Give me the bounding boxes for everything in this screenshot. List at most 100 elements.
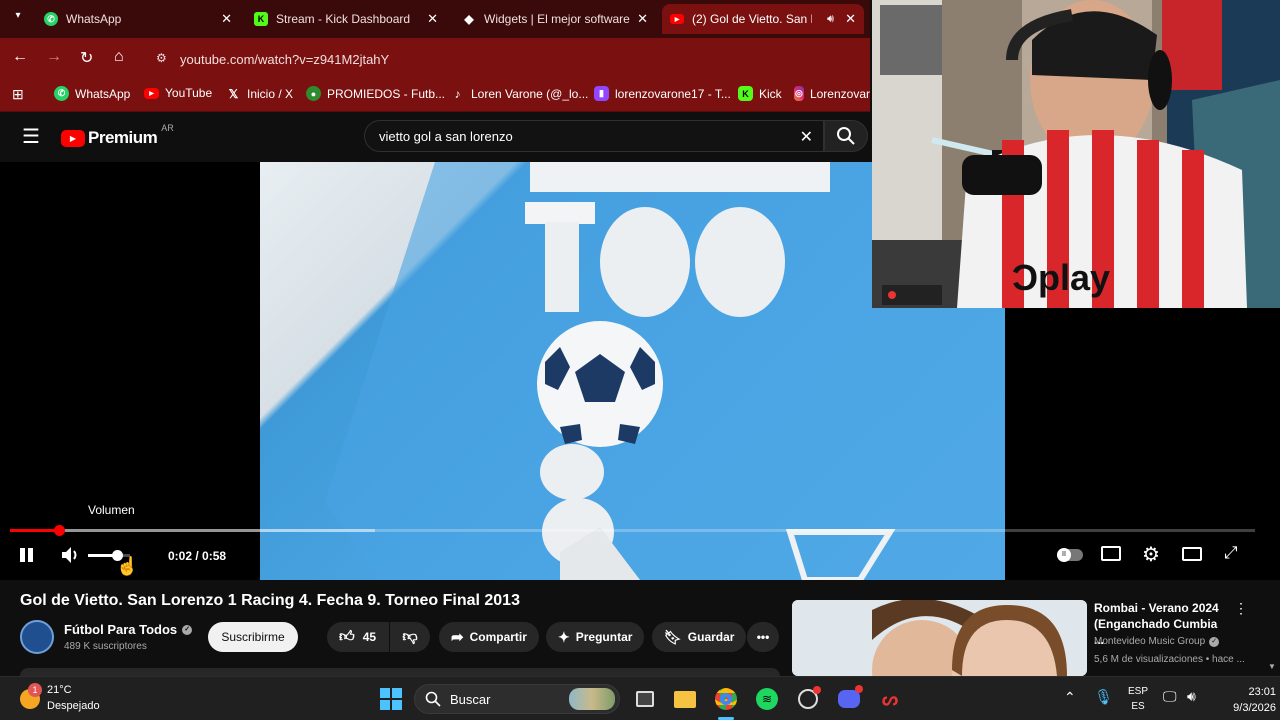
bookmark-promiedos[interactable]: ● PROMIEDOS - Futb...	[306, 86, 445, 101]
mouse-cursor: ☝	[116, 556, 139, 576]
tab-youtube[interactable]: ▶ (2) Gol de Vietto. San Lo 🔊︎ ✕	[662, 4, 864, 34]
settings-icon[interactable]: ⚙	[1142, 542, 1160, 567]
svg-text:Ɔplay: Ɔplay	[1012, 257, 1110, 298]
thumbnail-image	[792, 600, 1087, 676]
more-actions-button[interactable]: •••	[747, 622, 779, 652]
search-input[interactable]: vietto gol a san lorenzo ✕	[364, 120, 824, 152]
obs-icon[interactable]	[795, 686, 821, 712]
save-button[interactable]: 🔖︎ Guardar	[652, 622, 747, 652]
tab-strip: ▾ ✆ WhatsApp ✕ K Stream - Kick Dashboard…	[0, 0, 870, 38]
progress-bar[interactable]	[10, 525, 1255, 536]
start-button[interactable]	[378, 686, 404, 712]
kick-icon: K	[738, 86, 753, 101]
bookmark-youtube[interactable]: ▶ YouTube	[144, 86, 212, 100]
file-explorer-icon[interactable]	[672, 686, 698, 712]
recommendation-menu-icon[interactable]: ⋮	[1234, 600, 1248, 617]
language-indicator[interactable]: ESP ES	[1124, 684, 1152, 714]
bookmarks-bar: ⊞ ✆ WhatsApp ▶ YouTube 𝕏 Inicio / X ● PROMIE…	[0, 80, 870, 112]
share-icon: ➦	[451, 629, 464, 646]
tab-title: WhatsApp	[66, 12, 122, 26]
home-icon[interactable]: ⌂	[114, 48, 124, 66]
channel-avatar[interactable]	[20, 620, 54, 654]
search-button[interactable]	[824, 120, 868, 152]
tab-title: (2) Gol de Vietto. San Lo	[692, 12, 812, 26]
discord-icon[interactable]	[836, 685, 863, 712]
share-button[interactable]: ➦ Compartir	[439, 622, 539, 652]
weather-temp: 21°C	[47, 684, 72, 696]
like-button[interactable]: 👍︎ 45	[327, 622, 389, 652]
speaker-icon[interactable]: 🔊︎	[827, 13, 834, 26]
task-view-icon[interactable]	[632, 686, 658, 712]
youtube-icon: ▶	[670, 14, 684, 24]
verified-icon: ✓	[1209, 636, 1220, 647]
bookmark-instagram[interactable]: ◎ Lorenzovar	[794, 86, 870, 101]
channel-name[interactable]: Fútbol Para Todos ✓	[64, 622, 193, 637]
theater-mode-icon[interactable]	[1182, 547, 1202, 561]
volume-icon[interactable]: 🔊︎	[1187, 688, 1196, 705]
app-icon[interactable]: ᔕ	[877, 686, 903, 712]
subtitles-icon[interactable]	[1101, 546, 1121, 561]
recommendation-meta: 5,6 M de visualizaciones • hace ...	[1094, 654, 1245, 665]
progress-scrubber[interactable]	[53, 525, 65, 536]
recommendation-thumbnail[interactable]	[792, 600, 1087, 676]
clear-search-icon[interactable]: ✕	[800, 127, 813, 147]
chrome-icon[interactable]	[713, 686, 739, 712]
verified-icon: ✓	[182, 624, 193, 635]
show-hidden-icons[interactable]: ⌃	[1064, 689, 1076, 706]
bookmark-whatsapp[interactable]: ✆ WhatsApp	[54, 86, 130, 101]
kick-icon: K	[254, 12, 268, 26]
ask-button[interactable]: ✦ Preguntar	[546, 622, 645, 652]
site-settings-icon[interactable]: ⚙	[156, 51, 167, 65]
promiedos-icon: ●	[306, 86, 321, 101]
network-icon[interactable]: 🖵︎	[1163, 688, 1177, 705]
thumbs-down-icon: 👎︎	[402, 628, 418, 645]
tab-kick-dashboard[interactable]: K Stream - Kick Dashboard ✕	[246, 4, 446, 34]
taskbar-search[interactable]: Buscar	[414, 684, 620, 714]
autoplay-toggle[interactable]: II	[1057, 548, 1083, 562]
bookmark-tiktok[interactable]: ♪ Loren Varone (@_lo...	[450, 86, 589, 101]
video-details: Gol de Vietto. San Lorenzo 1 Racing 4. F…	[0, 580, 1280, 676]
weather-desc: Despejado	[47, 700, 100, 712]
spotify-icon[interactable]: ≋	[754, 686, 780, 712]
search-icon	[425, 691, 441, 707]
tab-close-icon[interactable]: ✕	[427, 11, 438, 27]
tab-whatsapp[interactable]: ✆ WhatsApp ✕	[36, 4, 240, 34]
whatsapp-icon: ✆	[44, 12, 58, 26]
subscriber-count: 489 K suscriptores	[64, 641, 147, 652]
bookmark-x[interactable]: 𝕏 Inicio / X	[226, 86, 293, 101]
address-bar[interactable]: ⚙ youtube.com/watch?v=z941M2jtahY	[150, 44, 865, 74]
menu-icon[interactable]: ☰	[22, 124, 40, 149]
scroll-down-icon[interactable]: ▼	[1268, 662, 1276, 671]
microphone-icon[interactable]: 🎙︎	[1094, 688, 1113, 706]
search-icon	[837, 127, 855, 145]
fullscreen-icon[interactable]: ⤢	[1224, 543, 1238, 563]
progress-played	[10, 529, 59, 532]
tab-close-icon[interactable]: ✕	[845, 11, 856, 27]
twitch-icon: ▮	[594, 86, 609, 101]
recommendation-channel: Montevideo Music Group ✓	[1094, 636, 1220, 647]
bookmark-kick[interactable]: K Kick	[738, 86, 782, 101]
youtube-icon: ▶	[61, 129, 85, 147]
bookmark-twitch[interactable]: ▮ lorenzovarone17 - T...	[594, 86, 731, 101]
whatsapp-icon: ✆	[54, 86, 69, 101]
description-box-edge	[20, 668, 780, 676]
apps-icon[interactable]: ⊞	[12, 86, 24, 103]
reload-icon[interactable]: ↻	[80, 48, 93, 68]
tab-close-icon[interactable]: ✕	[221, 11, 232, 27]
search-highlight-image	[569, 688, 615, 710]
tab-widgets[interactable]: ◆ Widgets | El mejor software ✕	[454, 4, 656, 34]
windows-icon	[380, 688, 402, 710]
youtube-logo[interactable]: ▶ Premium AR	[61, 123, 174, 148]
tab-search-dropdown[interactable]: ▾	[8, 10, 28, 28]
pause-icon[interactable]	[19, 547, 35, 563]
dislike-button[interactable]: 👎︎	[390, 622, 430, 652]
back-icon[interactable]: ←	[12, 48, 28, 66]
volume-icon[interactable]	[60, 545, 82, 565]
subscribe-button[interactable]: Suscribirme	[208, 622, 298, 652]
forward-icon[interactable]: →	[46, 48, 62, 66]
tiktok-icon: ♪	[454, 86, 461, 101]
tab-close-icon[interactable]: ✕	[637, 11, 648, 27]
weather-widget[interactable]: 1 21°C Despejado	[16, 681, 126, 717]
video-title: Gol de Vietto. San Lorenzo 1 Racing 4. F…	[20, 592, 520, 609]
clock[interactable]: 23:01 9/3/2026	[1210, 684, 1276, 716]
